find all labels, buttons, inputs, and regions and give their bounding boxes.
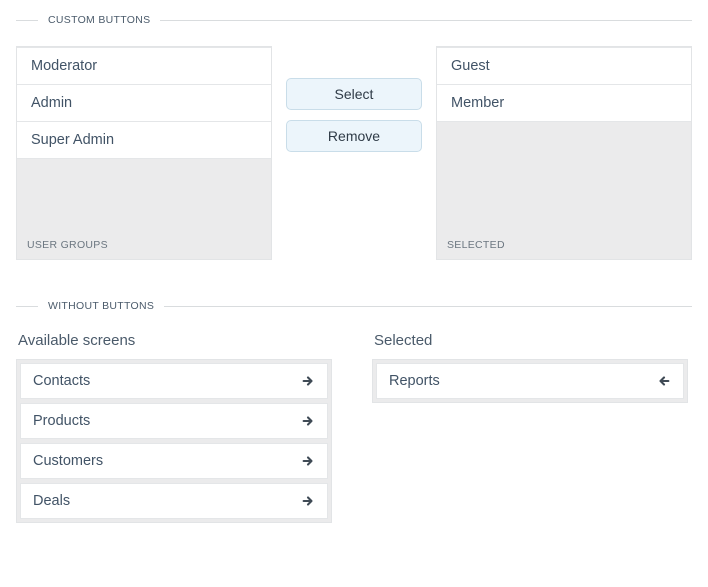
fieldset-legend: CUSTOM BUTTONS (38, 14, 160, 26)
divider (16, 306, 38, 307)
divider (164, 306, 692, 307)
available-screens-column: Available screens Contacts Products Cust… (16, 332, 332, 523)
remove-button[interactable]: Remove (286, 120, 422, 152)
transfer-buttons: Select Remove (286, 46, 422, 152)
divider (160, 20, 692, 21)
selected-column: Selected Reports (372, 332, 688, 403)
list-item-label: Reports (389, 373, 440, 389)
list-item-label: Contacts (33, 373, 90, 389)
list-item[interactable]: Super Admin (17, 121, 271, 159)
list-item[interactable]: Deals (20, 483, 328, 519)
column-header: Available screens (16, 332, 332, 349)
arrow-right-icon (301, 494, 315, 508)
list-item-label: Customers (33, 453, 103, 469)
divider (16, 20, 38, 21)
list-item[interactable]: Customers (20, 443, 328, 479)
list-item[interactable]: Moderator (17, 47, 271, 85)
list-item[interactable]: Reports (376, 363, 684, 399)
list-item-label: Deals (33, 493, 70, 509)
fieldset-legend-row: CUSTOM BUTTONS (16, 14, 692, 26)
list-item-label: Products (33, 413, 90, 429)
arrow-left-icon (657, 374, 671, 388)
list-item[interactable]: Contacts (20, 363, 328, 399)
panel-label: USER GROUPS (27, 239, 108, 251)
arrow-right-icon (301, 374, 315, 388)
available-screens-panel: Contacts Products Customers (16, 359, 332, 523)
arrow-right-icon (301, 414, 315, 428)
list-item[interactable]: Admin (17, 84, 271, 122)
selected-panel: Guest Member SELECTED (436, 46, 692, 260)
user-groups-panel: Moderator Admin Super Admin USER GROUPS (16, 46, 272, 260)
selected-screens-panel: Reports (372, 359, 688, 403)
arrow-right-icon (301, 454, 315, 468)
fieldset-legend: WITHOUT BUTTONS (38, 300, 164, 312)
list-item[interactable]: Member (437, 84, 691, 122)
custom-buttons-section: CUSTOM BUTTONS Moderator Admin Super Adm… (16, 14, 692, 260)
column-header: Selected (372, 332, 688, 349)
select-button[interactable]: Select (286, 78, 422, 110)
list-item[interactable]: Guest (437, 47, 691, 85)
panel-label: SELECTED (447, 239, 505, 251)
fieldset-legend-row: WITHOUT BUTTONS (16, 300, 692, 312)
without-buttons-section: WITHOUT BUTTONS Available screens Contac… (16, 300, 692, 523)
list-item[interactable]: Products (20, 403, 328, 439)
